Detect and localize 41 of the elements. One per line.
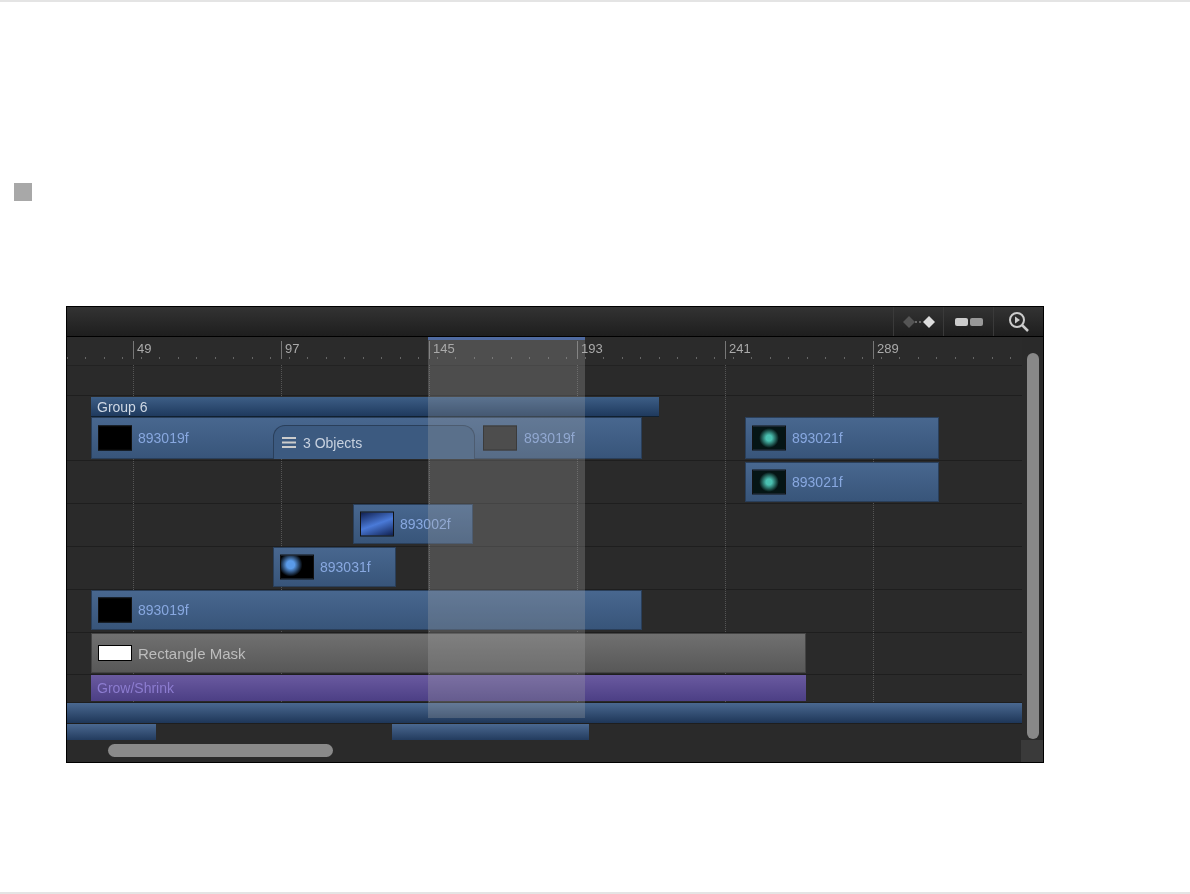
track-bar[interactable]	[392, 724, 589, 740]
clip-label: 893019f	[138, 430, 189, 446]
group-bar[interactable]: Group 6	[91, 397, 659, 417]
clip-label: 893002f	[400, 516, 451, 532]
clip-label: 893019f	[138, 602, 189, 618]
clip-bar[interactable]: 893019f	[91, 590, 642, 630]
thumbnail-placeholder	[280, 554, 314, 580]
thumbnail-placeholder	[483, 425, 517, 451]
track-bar[interactable]	[67, 703, 1022, 723]
clip-bar[interactable]: 893021f	[745, 417, 939, 459]
thumbnail-placeholder	[752, 469, 786, 495]
ruler-label: 97	[281, 341, 300, 359]
objects-tab[interactable]: 3 Objects	[273, 425, 475, 459]
clip-bar[interactable]: 893021f	[745, 462, 939, 502]
mask-label: Rectangle Mask	[138, 644, 246, 662]
clip-bar[interactable]: 893031f	[273, 547, 396, 587]
scroll-corner	[1021, 740, 1043, 762]
ruler-label: 241	[725, 341, 751, 359]
ruler-label: 49	[133, 341, 152, 359]
mask-icon	[98, 645, 132, 661]
mask-bar[interactable]: Rectangle Mask	[91, 633, 806, 673]
track-bar[interactable]	[67, 724, 156, 740]
clip-label: 893031f	[320, 559, 371, 575]
ruler-label: 289	[873, 341, 899, 359]
clip-label: 893021f	[792, 474, 843, 490]
horizontal-scrollbar[interactable]	[108, 744, 333, 757]
clip-label: 893019f	[524, 430, 575, 446]
clip-bar[interactable]: 893019f 3 Objects 893019f	[91, 417, 642, 459]
behavior-bar[interactable]: Grow/Shrink	[91, 675, 806, 701]
thumbnail-placeholder	[752, 425, 786, 451]
thumbnail-placeholder	[98, 425, 132, 451]
ruler-label: 145	[429, 341, 455, 359]
clip-label: 893021f	[792, 430, 843, 446]
thumbnail-placeholder	[98, 597, 132, 623]
vertical-scrollbar[interactable]	[1027, 353, 1039, 739]
thumbnail-placeholder	[360, 511, 394, 537]
clip-bar[interactable]: 893002f	[353, 504, 473, 544]
ruler-label: 193	[577, 341, 603, 359]
objects-label: 3 Objects	[303, 434, 363, 451]
bullet-square	[14, 183, 32, 201]
list-icon	[282, 437, 296, 448]
